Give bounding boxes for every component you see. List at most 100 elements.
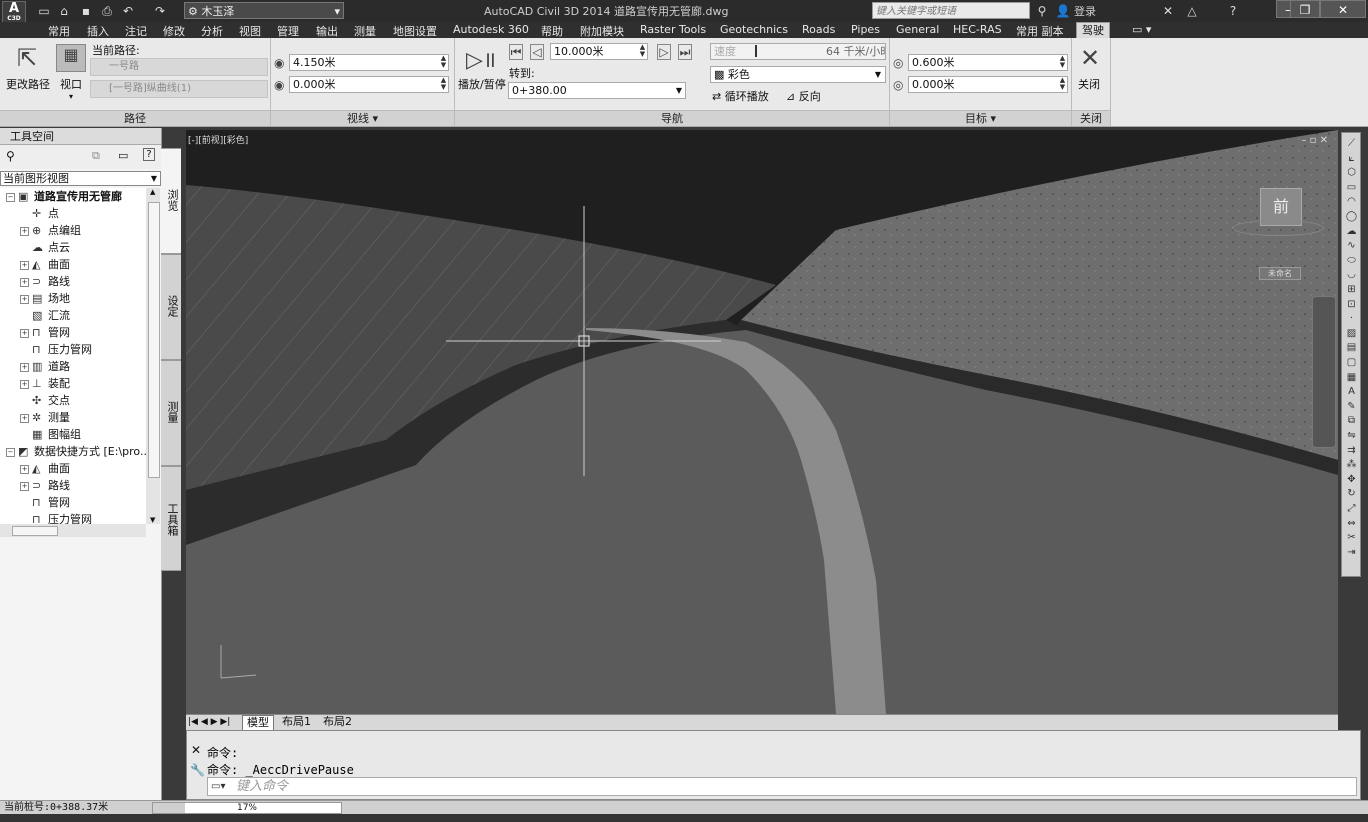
eye-offset-input[interactable]: 0.000米 ▲ ▼ bbox=[289, 76, 449, 93]
revcloud-tool-icon[interactable]: ☁ bbox=[1345, 225, 1358, 238]
point-tool-icon[interactable]: · bbox=[1345, 312, 1358, 325]
tab-toolbox[interactable]: 工具箱 bbox=[161, 466, 181, 571]
drawing-viewport[interactable]: [-][前视][彩色] – ▫ ✕ 前 未命名 bbox=[186, 130, 1338, 714]
make-block-icon[interactable]: ⊡ bbox=[1345, 298, 1358, 311]
insert-block-icon[interactable]: ⊞ bbox=[1345, 283, 1358, 296]
ellipse-tool-icon[interactable]: ⬭ bbox=[1345, 254, 1358, 267]
ucs-menu-button[interactable]: 未命名 bbox=[1259, 267, 1301, 280]
viewport-icon[interactable]: ▦ bbox=[56, 44, 86, 72]
tab-analyze[interactable]: 分析 bbox=[201, 23, 223, 39]
region-tool-icon[interactable]: ▢ bbox=[1345, 356, 1358, 369]
command-prompt-icon[interactable]: ▭▾ bbox=[211, 778, 225, 795]
tab-pipes[interactable]: Pipes bbox=[851, 23, 880, 36]
panel-icon[interactable]: ▭ bbox=[118, 149, 128, 162]
ellipse-arc-tool-icon[interactable]: ◡ bbox=[1345, 268, 1358, 281]
target-offset-input[interactable]: 0.000米 ▲ ▼ bbox=[908, 76, 1068, 93]
help-icon[interactable]: ? bbox=[1225, 3, 1241, 19]
exchange-icon[interactable]: ✕ bbox=[1160, 3, 1176, 19]
open-file-icon[interactable]: ⌂ bbox=[56, 3, 72, 19]
table-tool-icon[interactable]: ▦ bbox=[1345, 371, 1358, 384]
polygon-tool-icon[interactable]: ⬡ bbox=[1345, 166, 1358, 179]
step-forward-icon[interactable]: ▷ bbox=[657, 44, 671, 60]
tab-output[interactable]: 输出 bbox=[316, 23, 338, 39]
layout-tab-model[interactable]: 模型 bbox=[242, 715, 274, 731]
expand-icon[interactable]: + bbox=[20, 414, 29, 423]
tab-general[interactable]: General bbox=[896, 23, 939, 36]
path-selector[interactable]: 一号路 bbox=[90, 58, 268, 76]
tab-roads[interactable]: Roads bbox=[802, 23, 835, 36]
tab-view[interactable]: 视图 bbox=[239, 23, 261, 39]
arc-tool-icon[interactable]: ◠ bbox=[1345, 195, 1358, 208]
mirror-tool-icon[interactable]: ⇋ bbox=[1345, 429, 1358, 442]
workspace-dropdown[interactable]: ⚙ 木玉泽 ▾ bbox=[184, 2, 344, 19]
goto-station-dropdown[interactable]: 0+380.00 ▼ bbox=[508, 82, 686, 99]
viewport-window-controls[interactable]: – ▫ ✕ bbox=[1301, 135, 1328, 146]
application-menu-button[interactable]: A C3D bbox=[2, 1, 26, 23]
offset-tool-icon[interactable]: ⇉ bbox=[1345, 444, 1358, 457]
panel-title-target[interactable]: 目标 ▾ bbox=[890, 110, 1071, 126]
new-file-icon[interactable]: ▭ bbox=[36, 3, 52, 19]
navigation-bar[interactable] bbox=[1312, 296, 1336, 448]
tab-settings[interactable]: 设定 bbox=[161, 254, 181, 360]
tab-insert[interactable]: 插入 bbox=[87, 23, 109, 39]
autodesk-a360-icon[interactable]: △ bbox=[1184, 3, 1200, 19]
play-pause-icon[interactable]: ▷॥ bbox=[466, 44, 496, 74]
tab-survey[interactable]: 测量 bbox=[354, 23, 376, 39]
expand-icon[interactable]: + bbox=[20, 295, 29, 304]
change-path-icon[interactable]: ⇱ bbox=[12, 44, 42, 72]
login-button[interactable]: 登录 bbox=[1074, 3, 1096, 19]
tab-autodesk-360[interactable]: Autodesk 360 bbox=[453, 23, 529, 36]
toolspace-title[interactable]: 工具空间 bbox=[0, 128, 161, 145]
undo-icon[interactable]: ↶ bbox=[120, 3, 136, 19]
user-icon[interactable]: 👤 bbox=[1055, 3, 1071, 19]
hatch-tool-icon[interactable]: ▨ bbox=[1345, 327, 1358, 340]
tab-help[interactable]: 帮助 bbox=[541, 23, 563, 39]
trim-tool-icon[interactable]: ✂ bbox=[1345, 531, 1358, 544]
tab-geotechnics[interactable]: Geotechnics bbox=[720, 23, 788, 36]
scale-tool-icon[interactable]: ⤢ bbox=[1345, 502, 1358, 515]
visual-style-dropdown[interactable]: ▩ 彩色 ▼ bbox=[710, 66, 886, 83]
rectangle-tool-icon[interactable]: ▭ bbox=[1345, 181, 1358, 194]
eye-height-input[interactable]: 4.150米 ▲ ▼ bbox=[289, 54, 449, 71]
stretch-tool-icon[interactable]: ⇔ bbox=[1345, 517, 1358, 530]
expand-icon[interactable]: + bbox=[20, 482, 29, 491]
tab-map-setup[interactable]: 地图设置 bbox=[393, 23, 437, 39]
tab-manage[interactable]: 管理 bbox=[277, 23, 299, 39]
polyline-tool-icon[interactable]: ⟀ bbox=[1345, 152, 1358, 165]
viewcube-ring[interactable] bbox=[1232, 220, 1324, 236]
save-icon[interactable]: ▪ bbox=[78, 3, 94, 19]
erase-tool-icon[interactable]: ✎ bbox=[1345, 400, 1358, 413]
close-icon[interactable]: ✕ bbox=[191, 743, 201, 757]
go-to-end-icon[interactable]: ⏭ bbox=[678, 44, 692, 60]
command-input[interactable]: ▭▾ 键入命令 bbox=[207, 777, 1357, 796]
move-tool-icon[interactable]: ✥ bbox=[1345, 473, 1358, 486]
circle-tool-icon[interactable]: ◯ bbox=[1345, 210, 1358, 223]
close-button[interactable]: ✕ bbox=[1320, 0, 1366, 18]
tab-survey-pane[interactable]: 测量 bbox=[161, 360, 181, 466]
collapse-icon[interactable]: − bbox=[6, 448, 15, 457]
go-to-start-icon[interactable]: ⏮ bbox=[509, 44, 523, 60]
search-input[interactable]: 键入关键字或短语 bbox=[872, 2, 1030, 19]
print-icon[interactable]: ⎙ bbox=[99, 3, 115, 19]
expand-icon[interactable]: + bbox=[20, 380, 29, 389]
gradient-tool-icon[interactable]: ▤ bbox=[1345, 341, 1358, 354]
target-height-input[interactable]: 0.600米 ▲ ▼ bbox=[908, 54, 1068, 71]
spline-tool-icon[interactable]: ∿ bbox=[1345, 239, 1358, 252]
wrench-icon[interactable]: 🔧 bbox=[190, 763, 205, 777]
help-icon[interactable]: ? bbox=[143, 148, 155, 161]
tab-prospector[interactable]: 浏览 bbox=[161, 148, 181, 254]
restore-button[interactable]: ❐ bbox=[1290, 0, 1320, 18]
expand-icon[interactable]: + bbox=[20, 329, 29, 338]
line-tool-icon[interactable]: ⟋ bbox=[1345, 137, 1358, 150]
panel-title-sightline[interactable]: 视线 ▾ bbox=[271, 110, 454, 126]
step-distance-input[interactable]: 10.000米 ▲ ▼ bbox=[550, 43, 648, 60]
viewport-controls-label[interactable]: [-][前视][彩色] bbox=[188, 133, 248, 146]
tab-hec-ras[interactable]: HEC-RAS bbox=[953, 23, 1002, 36]
tab-annotate[interactable]: 注记 bbox=[125, 23, 147, 39]
extend-tool-icon[interactable]: ⇥ bbox=[1345, 546, 1358, 559]
loop-play-button[interactable]: ⇄ 循环播放 bbox=[712, 88, 769, 104]
speed-input[interactable]: 速度 64 千米/小时 bbox=[710, 43, 886, 60]
mtext-tool-icon[interactable]: A bbox=[1345, 385, 1358, 398]
expand-icon[interactable]: + bbox=[20, 227, 29, 236]
tree-horizontal-scrollbar[interactable] bbox=[0, 524, 146, 537]
